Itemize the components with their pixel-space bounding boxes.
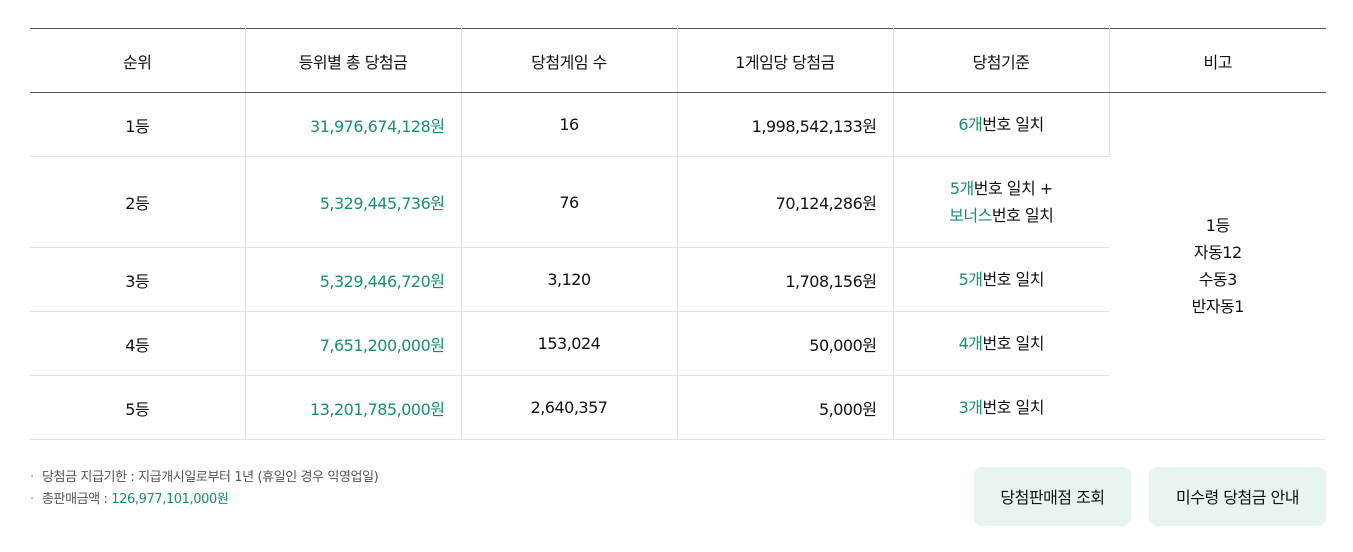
remarks-line: 자동12 [1193,243,1242,262]
winning-games-cell: 3,120 [461,247,678,312]
header-prize-per-game: 1게임당 당첨금 [677,28,894,93]
prize-per-game-cell: 5,000원 [677,375,894,440]
criteria-cell: 4개번호 일치 [893,311,1109,376]
winning-games-cell: 2,640,357 [461,375,678,440]
header-remarks: 비고 [1109,28,1326,93]
table-header-row: 순위 등위별 총 당첨금 당첨게임 수 1게임당 당첨금 당첨기준 비고 [30,28,1326,93]
prize-per-game-cell: 50,000원 [677,311,894,376]
total-prize-cell: 31,976,674,128원 [245,92,462,157]
criteria-highlight: 6개 [958,115,983,134]
criteria-highlight: 5개 [949,179,974,198]
total-prize-cell: 7,651,200,000원 [245,311,462,376]
prize-results-table: 순위 등위별 총 당첨금 당첨게임 수 1게임당 당첨금 당첨기준 비고 1등 … [30,28,1326,440]
unclaimed-prize-button[interactable]: 미수령 당첨금 안내 [1149,467,1326,526]
rank-cell: 3등 [30,247,246,312]
criteria-highlight: 3개 [958,398,983,417]
winning-games-cell: 16 [461,92,678,157]
criteria-text: 번호 일치 + [973,179,1053,198]
rank-cell: 4등 [30,311,246,376]
header-criteria: 당첨기준 [893,28,1110,93]
rank-cell: 2등 [30,156,246,248]
prize-per-game-cell: 1,708,156원 [677,247,894,312]
prize-per-game-cell: 1,998,542,133원 [677,92,894,157]
criteria-cell: 3개번호 일치 [893,375,1109,440]
remarks-line: 1등 [1205,216,1230,235]
payout-deadline-note: · 당첨금 지급기한 : 지급개시일로부터 1년 (휴일인 경우 익영업일) [30,467,379,489]
criteria-text: 번호 일치 [982,334,1044,353]
total-prize-cell: 5,329,445,736원 [245,156,462,248]
note-label: 당첨금 지급기한 : 지급개시일로부터 1년 (휴일인 경우 익영업일) [42,470,379,485]
winning-games-cell: 76 [461,156,678,248]
rank-cell: 1등 [30,92,246,157]
criteria-cell: 5개번호 일치 [893,247,1109,312]
criteria-text: 번호 일치 [982,270,1044,289]
criteria-text: 번호 일치 [991,206,1054,225]
prize-per-game-cell: 70,124,286원 [677,156,894,248]
header-winning-games: 당첨게임 수 [461,28,678,93]
note-label: 총판매금액 : [42,492,112,507]
remarks-line: 반자동1 [1191,297,1245,316]
remarks-cell: 1등 자동12 수동3 반자동1 [1109,92,1326,440]
remarks-line: 수동3 [1198,270,1238,289]
criteria-highlight: 4개 [958,334,983,353]
criteria-highlight: 5개 [958,270,983,289]
total-sales-note: · 총판매금액 : 126,977,101,000원 [30,489,378,511]
table-row: 1등 31,976,674,128원 16 1,998,542,133원 6개번… [30,92,1326,440]
total-prize-cell: 13,201,785,000원 [245,375,462,440]
winning-stores-button[interactable]: 당첨판매점 조회 [974,467,1131,526]
rank-cell: 5등 [30,375,246,440]
total-sales-value: 126,977,101,000원 [111,492,229,507]
bullet-icon: · [30,492,34,507]
winning-games-cell: 153,024 [461,311,678,376]
total-prize-cell: 5,329,446,720원 [245,247,462,312]
criteria-text: 번호 일치 [982,115,1044,134]
header-rank: 순위 [30,28,246,93]
criteria-cell: 6개번호 일치 [893,92,1110,157]
criteria-text: 번호 일치 [982,398,1044,417]
bullet-icon: · [30,470,34,485]
criteria-highlight: 보너스 [949,206,992,225]
notes-list: · 당첨금 지급기한 : 지급개시일로부터 1년 (휴일인 경우 익영업일) · 총… [30,467,379,511]
header-total-prize: 등위별 총 당첨금 [245,28,462,93]
criteria-cell: 5개번호 일치 + 보너스번호 일치 [893,156,1109,248]
